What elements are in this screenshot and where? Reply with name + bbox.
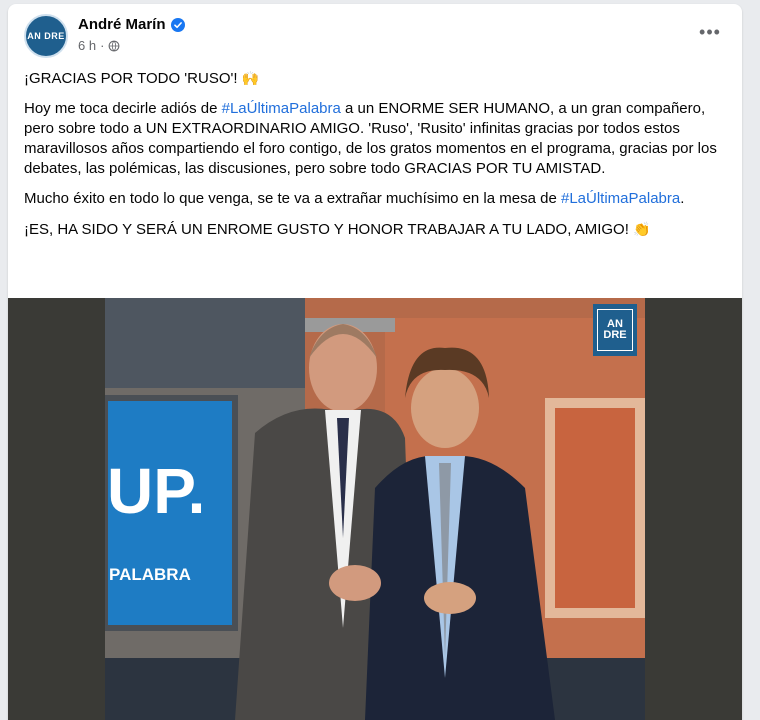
post-text: ¡GRACIAS POR TODO 'RUSO'! 🙌 Hoy me toca …: [24, 68, 724, 250]
post-image-container[interactable]: UP. PALABRA AN DRE: [8, 298, 742, 720]
author-row: André Marín: [78, 16, 185, 33]
post-header: AN DRE André Marín 6 h · •••: [24, 14, 726, 60]
verified-badge-icon: [170, 17, 185, 32]
logo-badge-frame: AN DRE: [597, 309, 633, 351]
post-meta: 6 h ·: [78, 38, 120, 53]
logo-badge-text: AN DRE: [603, 318, 627, 341]
raised-hands-emoji-icon: 🙌: [241, 70, 260, 86]
avatar[interactable]: AN DRE: [24, 14, 68, 58]
author-name[interactable]: André Marín: [78, 16, 166, 33]
andre-logo-badge: AN DRE: [593, 304, 637, 356]
post-time[interactable]: 6 h: [78, 38, 96, 53]
post-paragraph-1: ¡GRACIAS POR TODO 'RUSO'! 🙌: [24, 68, 724, 89]
paragraph-1-text: ¡GRACIAS POR TODO 'RUSO'!: [24, 70, 242, 87]
post-paragraph-4: ¡ES, HA SIDO Y SERÁ UN ENROME GUSTO Y HO…: [24, 219, 724, 240]
paragraph-3-text-b: .: [680, 190, 685, 207]
avatar-logo-text: AN DRE: [27, 30, 65, 41]
screen-logo-text: UP.: [107, 455, 205, 527]
clapping-hands-emoji-icon: 👏: [633, 221, 651, 237]
hashtag-link[interactable]: #LaÚltimaPalabra: [561, 190, 680, 207]
post-paragraph-3: Mucho éxito en todo lo que venga, se te …: [24, 189, 724, 209]
paragraph-2-text-a: Hoy me toca decirle adiós de: [24, 100, 222, 117]
post-paragraph-2: Hoy me toca decirle adiós de #LaÚltimaPa…: [24, 99, 724, 179]
hashtag-link[interactable]: #LaÚltimaPalabra: [222, 100, 341, 117]
post-photo[interactable]: UP. PALABRA AN DRE: [105, 298, 645, 720]
more-options-button[interactable]: •••: [694, 20, 726, 44]
meta-separator: ·: [100, 38, 105, 53]
paragraph-4-text: ¡ES, HA SIDO Y SERÁ UN ENROME GUSTO Y HO…: [24, 221, 634, 238]
studio-photo-illustration: UP. PALABRA: [105, 298, 645, 720]
globe-icon: [109, 40, 120, 51]
post-card: AN DRE André Marín 6 h · ••• ¡GRACIAS PO…: [8, 4, 742, 720]
screen-palabra-text: PALABRA: [109, 565, 191, 584]
paragraph-3-text-a: Mucho éxito en todo lo que venga, se te …: [24, 190, 561, 207]
